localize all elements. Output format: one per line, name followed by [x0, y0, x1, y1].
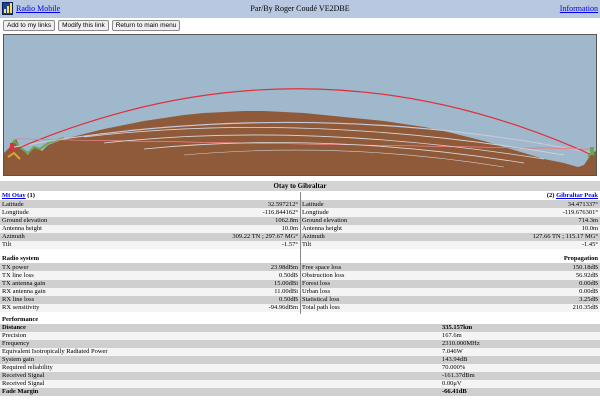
- site2-elevation-value: 714.3m: [450, 216, 600, 225]
- modify-link-button[interactable]: Modify this link: [58, 20, 109, 31]
- propagation-row-value: 210.35dB: [450, 304, 600, 313]
- site2-name-link[interactable]: Gibraltar Peak: [556, 192, 598, 199]
- performance-row-value: 335.157km: [440, 324, 600, 332]
- site2-header: (2) Gibraltar Peak: [300, 192, 600, 201]
- performance-row-value: 0.00μV: [440, 380, 600, 388]
- performance-row-label: Received Signal: [0, 372, 440, 380]
- radio-row-label: RX line loss: [0, 295, 150, 305]
- performance-row-value: 70.000%: [440, 364, 600, 372]
- propagation-header: Propagation: [300, 255, 600, 264]
- performance-row-value: 167.6m: [440, 332, 600, 340]
- performance-row-label: Precision: [0, 332, 440, 340]
- return-main-menu-button[interactable]: Return to main menu: [111, 20, 181, 31]
- site2-longitude-value: -119.676301°: [450, 208, 600, 217]
- radio-row-value: 11.00dBi: [150, 287, 301, 296]
- radio-row-value: -94.96dBm: [150, 304, 301, 313]
- propagation-row-label: Statistical loss: [300, 295, 451, 305]
- site1-elevation-label: Ground elevation: [0, 216, 150, 225]
- propagation-row-value: 0.00dB: [450, 279, 600, 288]
- action-buttons: Add to my links Modify this link Return …: [3, 20, 181, 31]
- site2-index: (2): [546, 192, 555, 200]
- propagation-row-value: 150.18dB: [450, 263, 600, 272]
- site1-antenna-value: 10.0m: [150, 224, 300, 233]
- site2-antenna-label: Antenna height: [300, 224, 450, 233]
- performance-table: Performance Distance 335.157km Precision…: [0, 316, 600, 396]
- site2-elevation-label: Ground elevation: [300, 216, 450, 225]
- terrain-profile-graphic: [4, 35, 596, 175]
- radio-row-value: 15.00dBi: [150, 279, 301, 288]
- performance-row-value: 2310.000MHz: [440, 340, 600, 348]
- site1-azimuth-label: Azimuth: [0, 232, 150, 242]
- radio-system-header: Radio system: [0, 255, 301, 264]
- radio-row-label: TX line loss: [0, 271, 150, 280]
- site2-tilt-label: Tilt: [300, 241, 450, 250]
- propagation-row-label: Urban loss: [300, 287, 451, 296]
- performance-row-label: Fade Margin: [0, 388, 440, 396]
- radio-row-value: 23.98dBm: [150, 263, 301, 272]
- site1-index: (1): [27, 192, 35, 200]
- add-to-my-links-button[interactable]: Add to my links: [3, 20, 56, 31]
- propagation-row-label: Forest loss: [300, 279, 451, 288]
- column-divider: [300, 192, 301, 314]
- propagation-row-value: 56.92dB: [450, 271, 600, 280]
- site1-azimuth-value: 309.22 TN ; 297.67 MG°: [150, 232, 300, 242]
- site2-latitude-value: 34.471337°: [450, 200, 600, 209]
- performance-row-label: Frequency: [0, 340, 440, 348]
- terrain-profile: [3, 34, 597, 176]
- performance-row-label: Equivalent Isotropically Radiated Power: [0, 348, 440, 356]
- performance-row-label: System gain: [0, 356, 440, 364]
- performance-row-value: 7.046W: [440, 348, 600, 356]
- site2-azimuth-value: 127.66 TN ; 115.17 MG°: [450, 232, 600, 242]
- performance-row-value: -161.37dBm: [440, 372, 600, 380]
- site2-latitude-label: Latitude: [300, 200, 450, 209]
- performance-row-label: Received Signal: [0, 380, 440, 388]
- performance-row-label: Distance: [0, 324, 440, 332]
- radio-row-value: 0.50dB: [150, 295, 301, 305]
- top-bar: Radio Mobile Par/By Roger Coudé VE2DBE I…: [0, 0, 600, 18]
- propagation-row-label: Free space loss: [300, 263, 451, 272]
- radio-row-label: RX sensitivity: [0, 304, 150, 313]
- radio-row-label: TX power: [0, 263, 150, 272]
- performance-row-value: 143.94dB: [440, 356, 600, 364]
- site1-tilt-label: Tilt: [0, 241, 150, 250]
- information-link[interactable]: Information: [560, 4, 598, 13]
- site2-antenna-value: 10.0m: [450, 224, 600, 233]
- site2-tilt-value: -1.45°: [450, 241, 600, 250]
- site1-tilt-value: -1.57°: [150, 241, 300, 250]
- performance-header: Performance: [0, 316, 600, 324]
- site1-name-link[interactable]: Mt Otay: [2, 192, 26, 199]
- site1-latitude-value: 32.597212°: [150, 200, 300, 209]
- site1-header: Mt Otay (1): [0, 192, 300, 201]
- propagation-row-value: 0.00dB: [450, 287, 600, 296]
- performance-row-value: -66.41dB: [440, 388, 600, 396]
- author-credit: Par/By Roger Coudé VE2DBE: [250, 4, 350, 13]
- radio-row-label: RX antenna gain: [0, 287, 150, 296]
- site1-longitude-value: -116.844162°: [150, 208, 300, 217]
- radio-row-label: TX antenna gain: [0, 279, 150, 288]
- link-title: Otay to Gibraltar: [0, 181, 600, 191]
- site1-antenna-label: Antenna height: [0, 224, 150, 233]
- propagation-row-value: 3.25dB: [450, 295, 600, 305]
- propagation-row-label: Total path loss: [300, 304, 451, 313]
- propagation-row-label: Obstruction loss: [300, 271, 451, 280]
- performance-row-label: Required reliability: [0, 364, 440, 372]
- site2-azimuth-label: Azimuth: [300, 232, 450, 242]
- site1-elevation-value: 1062.8m: [150, 216, 300, 225]
- radio-row-value: 0.50dB: [150, 271, 301, 280]
- site1-latitude-label: Latitude: [0, 200, 150, 209]
- site2-longitude-label: Longitude: [300, 208, 450, 217]
- site1-longitude-label: Longitude: [0, 208, 150, 217]
